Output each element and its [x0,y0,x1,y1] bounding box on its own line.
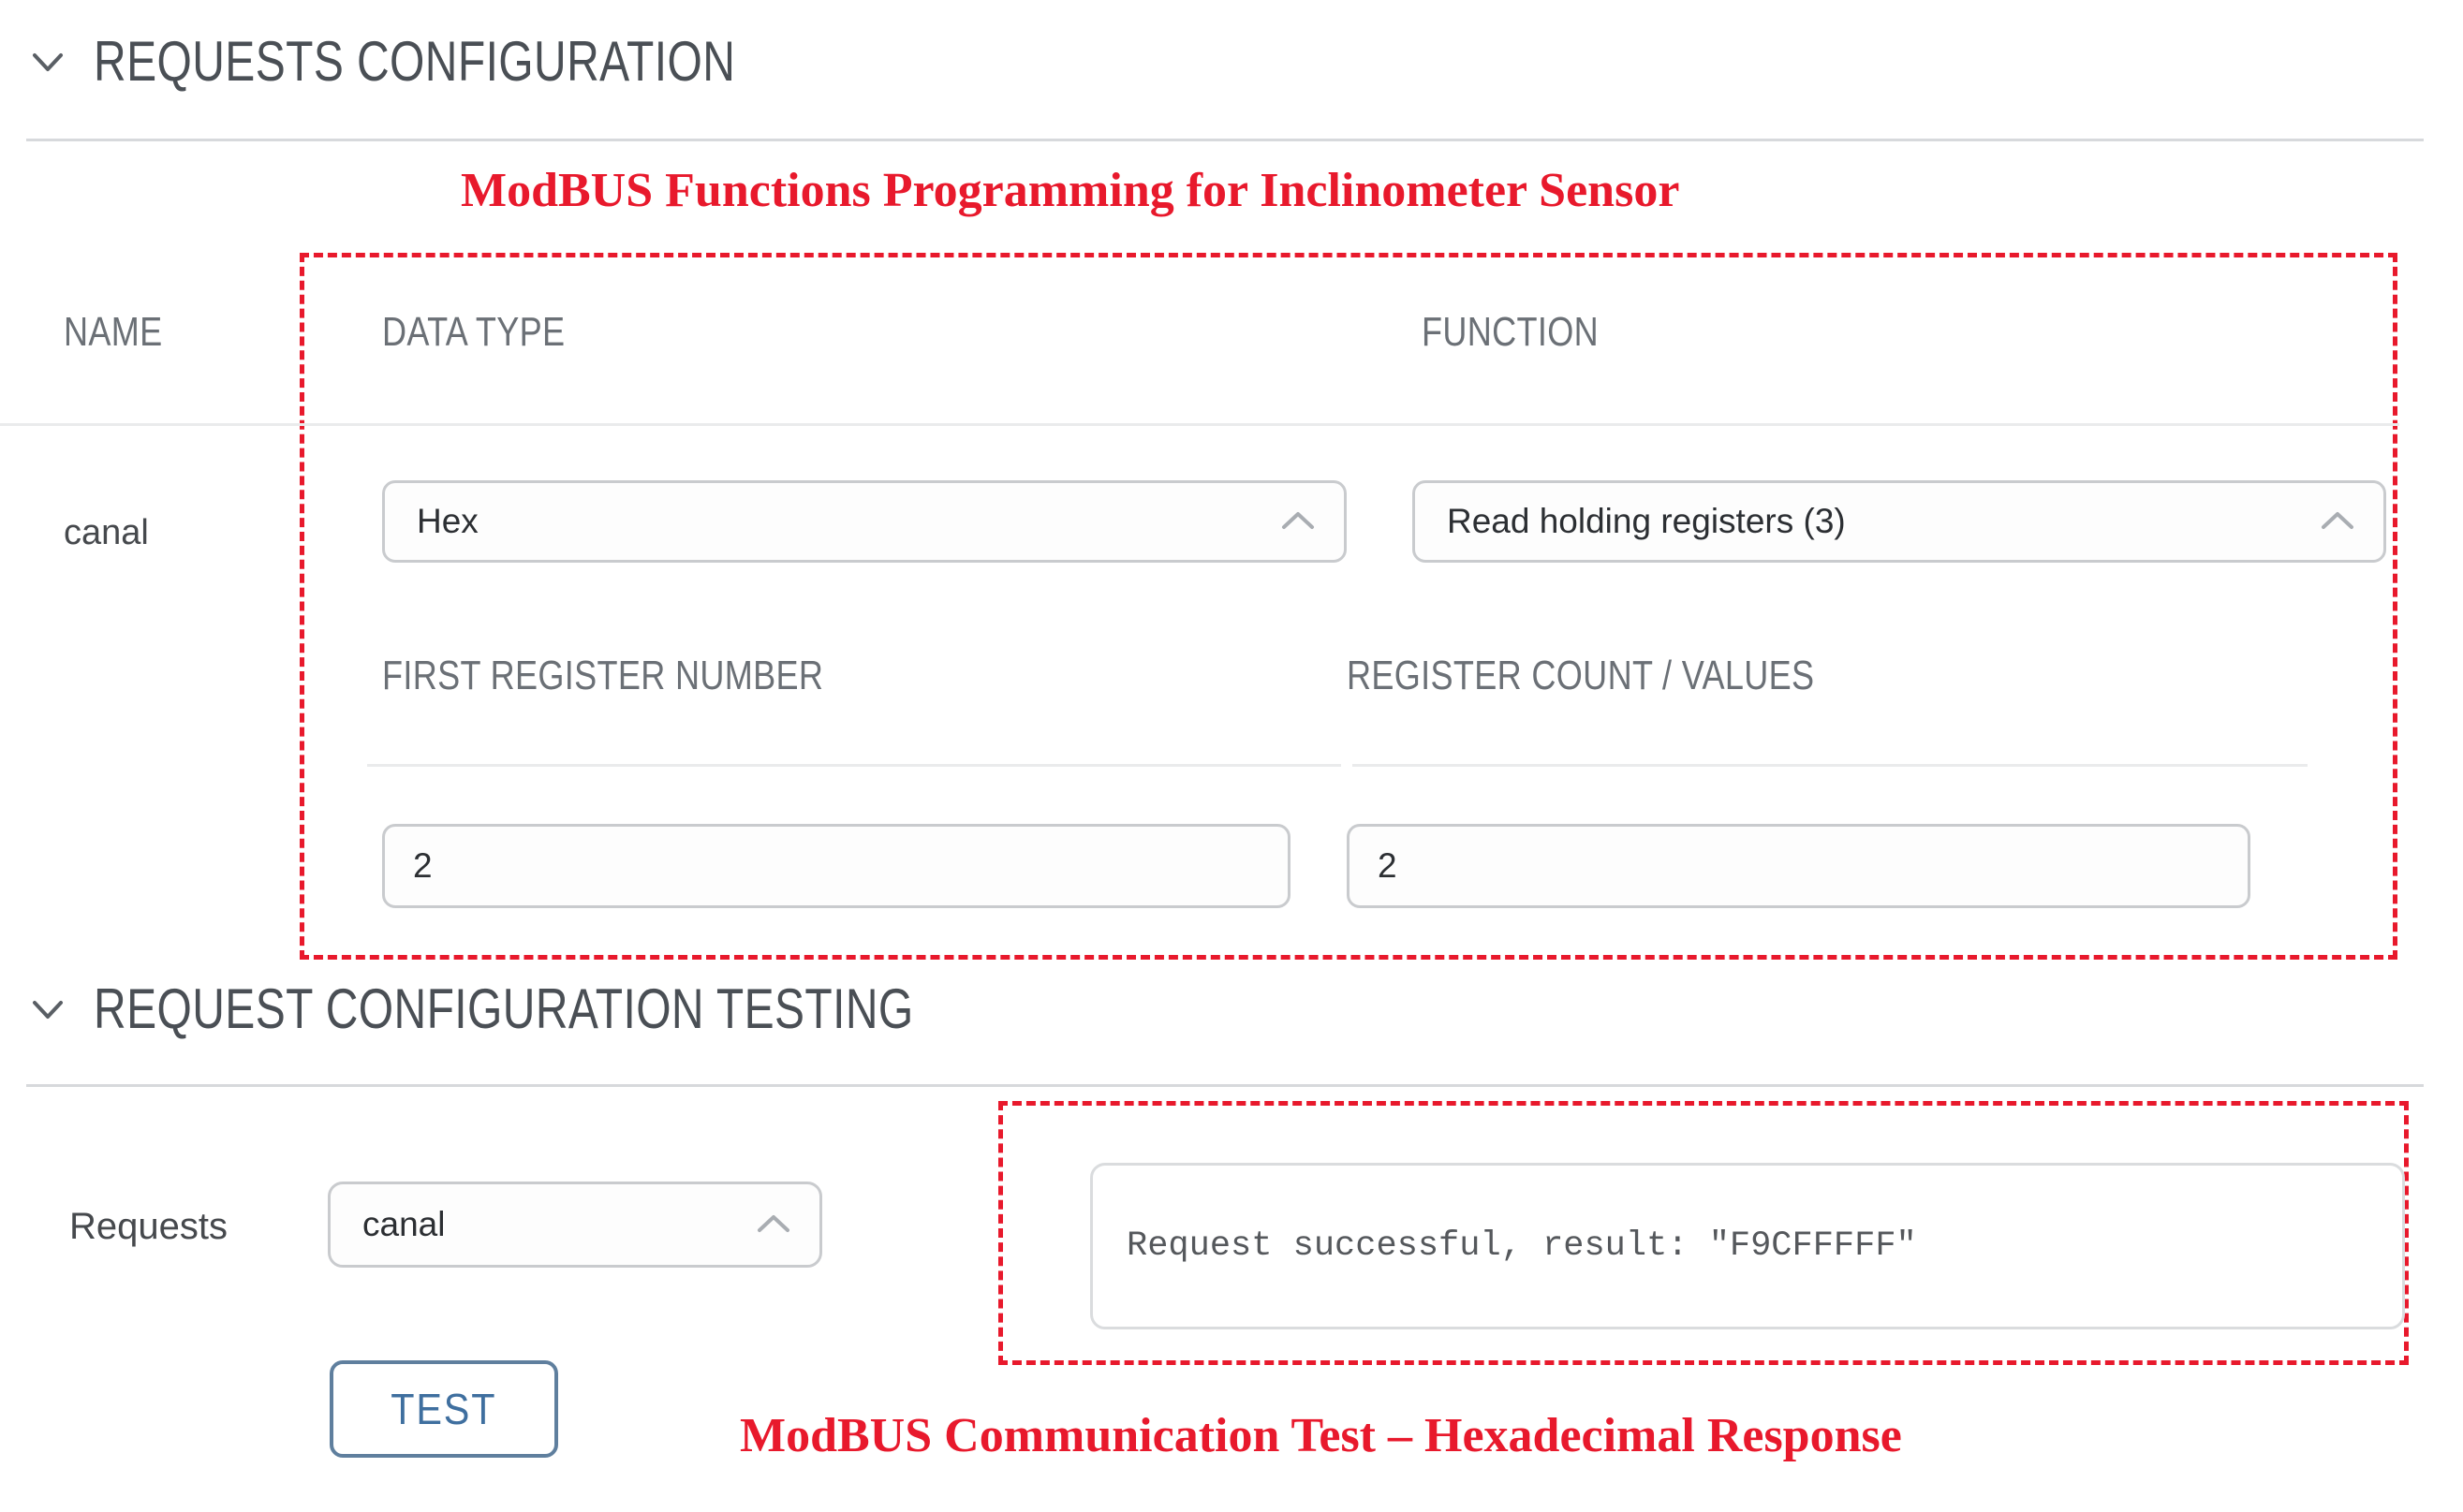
register-count-values-divider [1352,764,2308,767]
annotation-top-label: ModBUS Functions Programming for Inclino… [461,164,1680,217]
register-count-values-input[interactable]: 2 [1347,824,2250,908]
table-header-divider [0,423,2399,426]
modbus-requests-configuration-screen: REQUESTS CONFIGURATION ModBUS Functions … [0,0,2463,1512]
section-divider-top [26,139,2424,141]
data-type-select-value: Hex [417,502,479,540]
chevron-up-icon[interactable] [1273,496,1323,547]
requests-label: Requests [69,1206,228,1247]
annotation-bottom-label: ModBUS Communication Test – Hexadecimal … [740,1409,1902,1462]
chevron-down-icon[interactable] [26,40,69,83]
chevron-up-icon[interactable] [2312,496,2363,547]
first-register-number-divider [367,764,1341,767]
section-divider-bottom [26,1084,2424,1087]
section-header-requests-configuration[interactable]: REQUESTS CONFIGURATION [26,34,896,90]
test-result-box: Request successful, result: "F9CFFFFF" [1090,1163,2405,1329]
column-header-function: FUNCTION [1422,309,1600,355]
first-register-number-input[interactable]: 2 [382,824,1290,908]
data-type-select[interactable]: Hex [382,480,1347,563]
column-header-name: NAME [64,309,163,355]
test-button-label: TEST [391,1385,497,1433]
section-title-requests-configuration: REQUESTS CONFIGURATION [94,30,736,93]
chevron-up-icon[interactable] [748,1199,799,1250]
row-label-name: canal [64,513,149,552]
requests-select[interactable]: canal [328,1182,822,1268]
section-title-request-configuration-testing: REQUEST CONFIGURATION TESTING [94,977,914,1040]
section-header-request-configuration-testing[interactable]: REQUEST CONFIGURATION TESTING [26,981,1119,1037]
test-button[interactable]: TEST [330,1360,558,1458]
chevron-down-icon[interactable] [26,988,69,1031]
function-select[interactable]: Read holding registers (3) [1412,480,2386,563]
register-count-values-value: 2 [1378,846,1397,885]
requests-select-value: canal [362,1205,446,1243]
column-header-first-register-number: FIRST REGISTER NUMBER [382,653,824,698]
column-header-register-count-values: REGISTER COUNT / VALUES [1347,653,1815,698]
test-result-text: Request successful, result: "F9CFFFFF" [1127,1226,1917,1266]
first-register-number-value: 2 [413,846,433,885]
column-header-data-type: DATA TYPE [382,309,566,355]
function-select-value: Read holding registers (3) [1447,502,1846,540]
